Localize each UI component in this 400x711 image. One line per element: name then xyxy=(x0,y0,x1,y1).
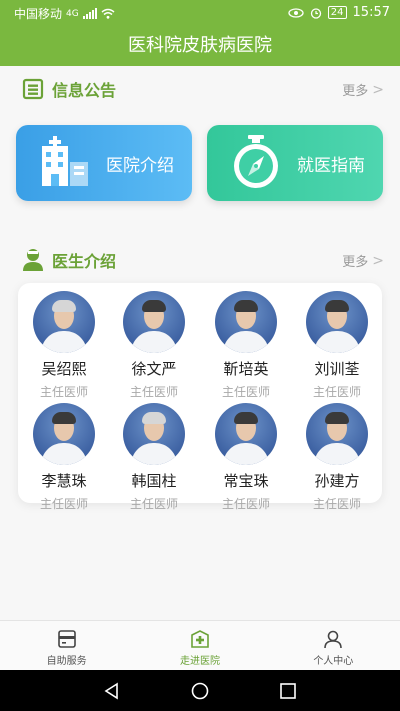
doctor-avatar xyxy=(306,403,368,465)
eye-icon xyxy=(288,7,304,18)
main-content: 信息公告 更多 > 医院介绍 就医指南 医生介绍 更多 > 吴绍熙 主任医师 徐… xyxy=(0,66,400,620)
doctor-avatar xyxy=(215,403,277,465)
doctor-name: 刘训荃 xyxy=(314,360,360,378)
wifi-icon xyxy=(101,8,115,19)
self-service-icon xyxy=(57,630,76,648)
recent-apps-square-icon[interactable] xyxy=(279,682,297,700)
doctor-title: 主任医师 xyxy=(39,497,88,511)
doctor-name: 孙建方 xyxy=(314,472,360,490)
notice-section-header: 信息公告 更多 > xyxy=(22,74,384,104)
doctor-avatar xyxy=(33,403,95,465)
status-bar: 中国移动 4G 24 15:57 xyxy=(0,0,400,26)
nav-personal-center-label: 个人中心 xyxy=(313,656,354,667)
doctor-name: 徐文严 xyxy=(131,360,177,378)
doctor-name: 韩国柱 xyxy=(131,472,177,490)
doctor-title: 主任医师 xyxy=(221,385,270,399)
app-title-bar: 医科院皮肤病医院 xyxy=(0,26,400,66)
doctor-avatar xyxy=(123,291,185,353)
doctor-card[interactable]: 常宝珠 主任医师 xyxy=(204,403,288,512)
doctor-card[interactable]: 孙建方 主任医师 xyxy=(295,403,379,512)
nav-self-service-label: 自助服务 xyxy=(46,656,87,667)
home-circle-icon[interactable] xyxy=(191,682,209,700)
hospital-building-icon xyxy=(30,128,100,198)
doctor-person-icon xyxy=(23,249,43,271)
doctor-avatar xyxy=(306,291,368,353)
hospital-intro-card[interactable]: 医院介绍 xyxy=(16,125,192,201)
notice-more-label: 更多 xyxy=(342,84,369,99)
doctor-more-link[interactable]: 更多 > xyxy=(342,251,384,271)
carrier-name: 中国移动 xyxy=(14,7,63,21)
clock-time: 15:57 xyxy=(352,5,390,20)
user-icon xyxy=(324,630,343,649)
hospital-intro-label: 医院介绍 xyxy=(106,155,174,176)
network-type: 4G xyxy=(66,8,79,19)
doctor-card[interactable]: 吴绍熙 主任医师 xyxy=(22,291,106,400)
medical-guide-label: 就医指南 xyxy=(297,155,365,176)
nav-self-service[interactable]: 自助服务 xyxy=(0,621,133,670)
notice-board-icon xyxy=(22,78,44,100)
doctor-section-title: 医生介绍 xyxy=(52,252,117,271)
doctor-title: 主任医师 xyxy=(312,385,361,399)
chevron-right-icon: > xyxy=(372,81,384,98)
doctor-title: 主任医师 xyxy=(39,385,88,399)
notice-more-link[interactable]: 更多 > xyxy=(342,80,384,100)
doctor-title: 主任医师 xyxy=(129,497,178,511)
system-nav-bar xyxy=(0,670,400,711)
battery-level: 24 xyxy=(327,6,347,19)
doctor-title: 主任医师 xyxy=(312,497,361,511)
doctor-title: 主任医师 xyxy=(129,385,178,399)
doctor-avatar xyxy=(215,291,277,353)
alarm-icon xyxy=(310,7,321,19)
medical-guide-card[interactable]: 就医指南 xyxy=(207,125,383,201)
doctor-card[interactable]: 徐文严 主任医师 xyxy=(112,291,196,400)
doctor-name: 常宝珠 xyxy=(223,472,269,490)
back-triangle-icon[interactable] xyxy=(103,682,121,700)
notice-section-title: 信息公告 xyxy=(52,81,117,100)
doctor-more-label: 更多 xyxy=(342,255,369,270)
doctor-name: 吴绍熙 xyxy=(41,360,87,378)
doctor-name: 靳培英 xyxy=(223,360,269,378)
doctor-card[interactable]: 韩国柱 主任医师 xyxy=(112,403,196,512)
bottom-nav: 自助服务 走进医院 个人中心 xyxy=(0,620,400,670)
doctor-card[interactable]: 刘训荃 主任医师 xyxy=(295,291,379,400)
doctor-list-panel: 吴绍熙 主任医师 徐文严 主任医师 靳培英 主任医师 刘训荃 主任医师 李慧珠 … xyxy=(18,283,382,511)
doctor-card[interactable]: 靳培英 主任医师 xyxy=(204,291,288,400)
doctor-section-header: 医生介绍 更多 > xyxy=(22,245,384,275)
nav-hospital[interactable]: 走进医院 xyxy=(133,621,266,670)
stopwatch-compass-icon xyxy=(221,128,291,198)
chevron-right-icon: > xyxy=(372,252,384,269)
doctor-card[interactable]: 李慧珠 主任医师 xyxy=(22,403,106,512)
app-title: 医科院皮肤病医院 xyxy=(128,35,272,56)
doctor-name: 李慧珠 xyxy=(41,472,87,490)
nav-personal-center[interactable]: 个人中心 xyxy=(267,621,400,670)
doctor-title: 主任医师 xyxy=(221,497,270,511)
signal-icon xyxy=(82,8,97,19)
nav-hospital-label: 走进医院 xyxy=(179,656,220,667)
doctor-avatar xyxy=(33,291,95,353)
hospital-cross-icon xyxy=(191,630,209,648)
doctor-avatar xyxy=(123,403,185,465)
